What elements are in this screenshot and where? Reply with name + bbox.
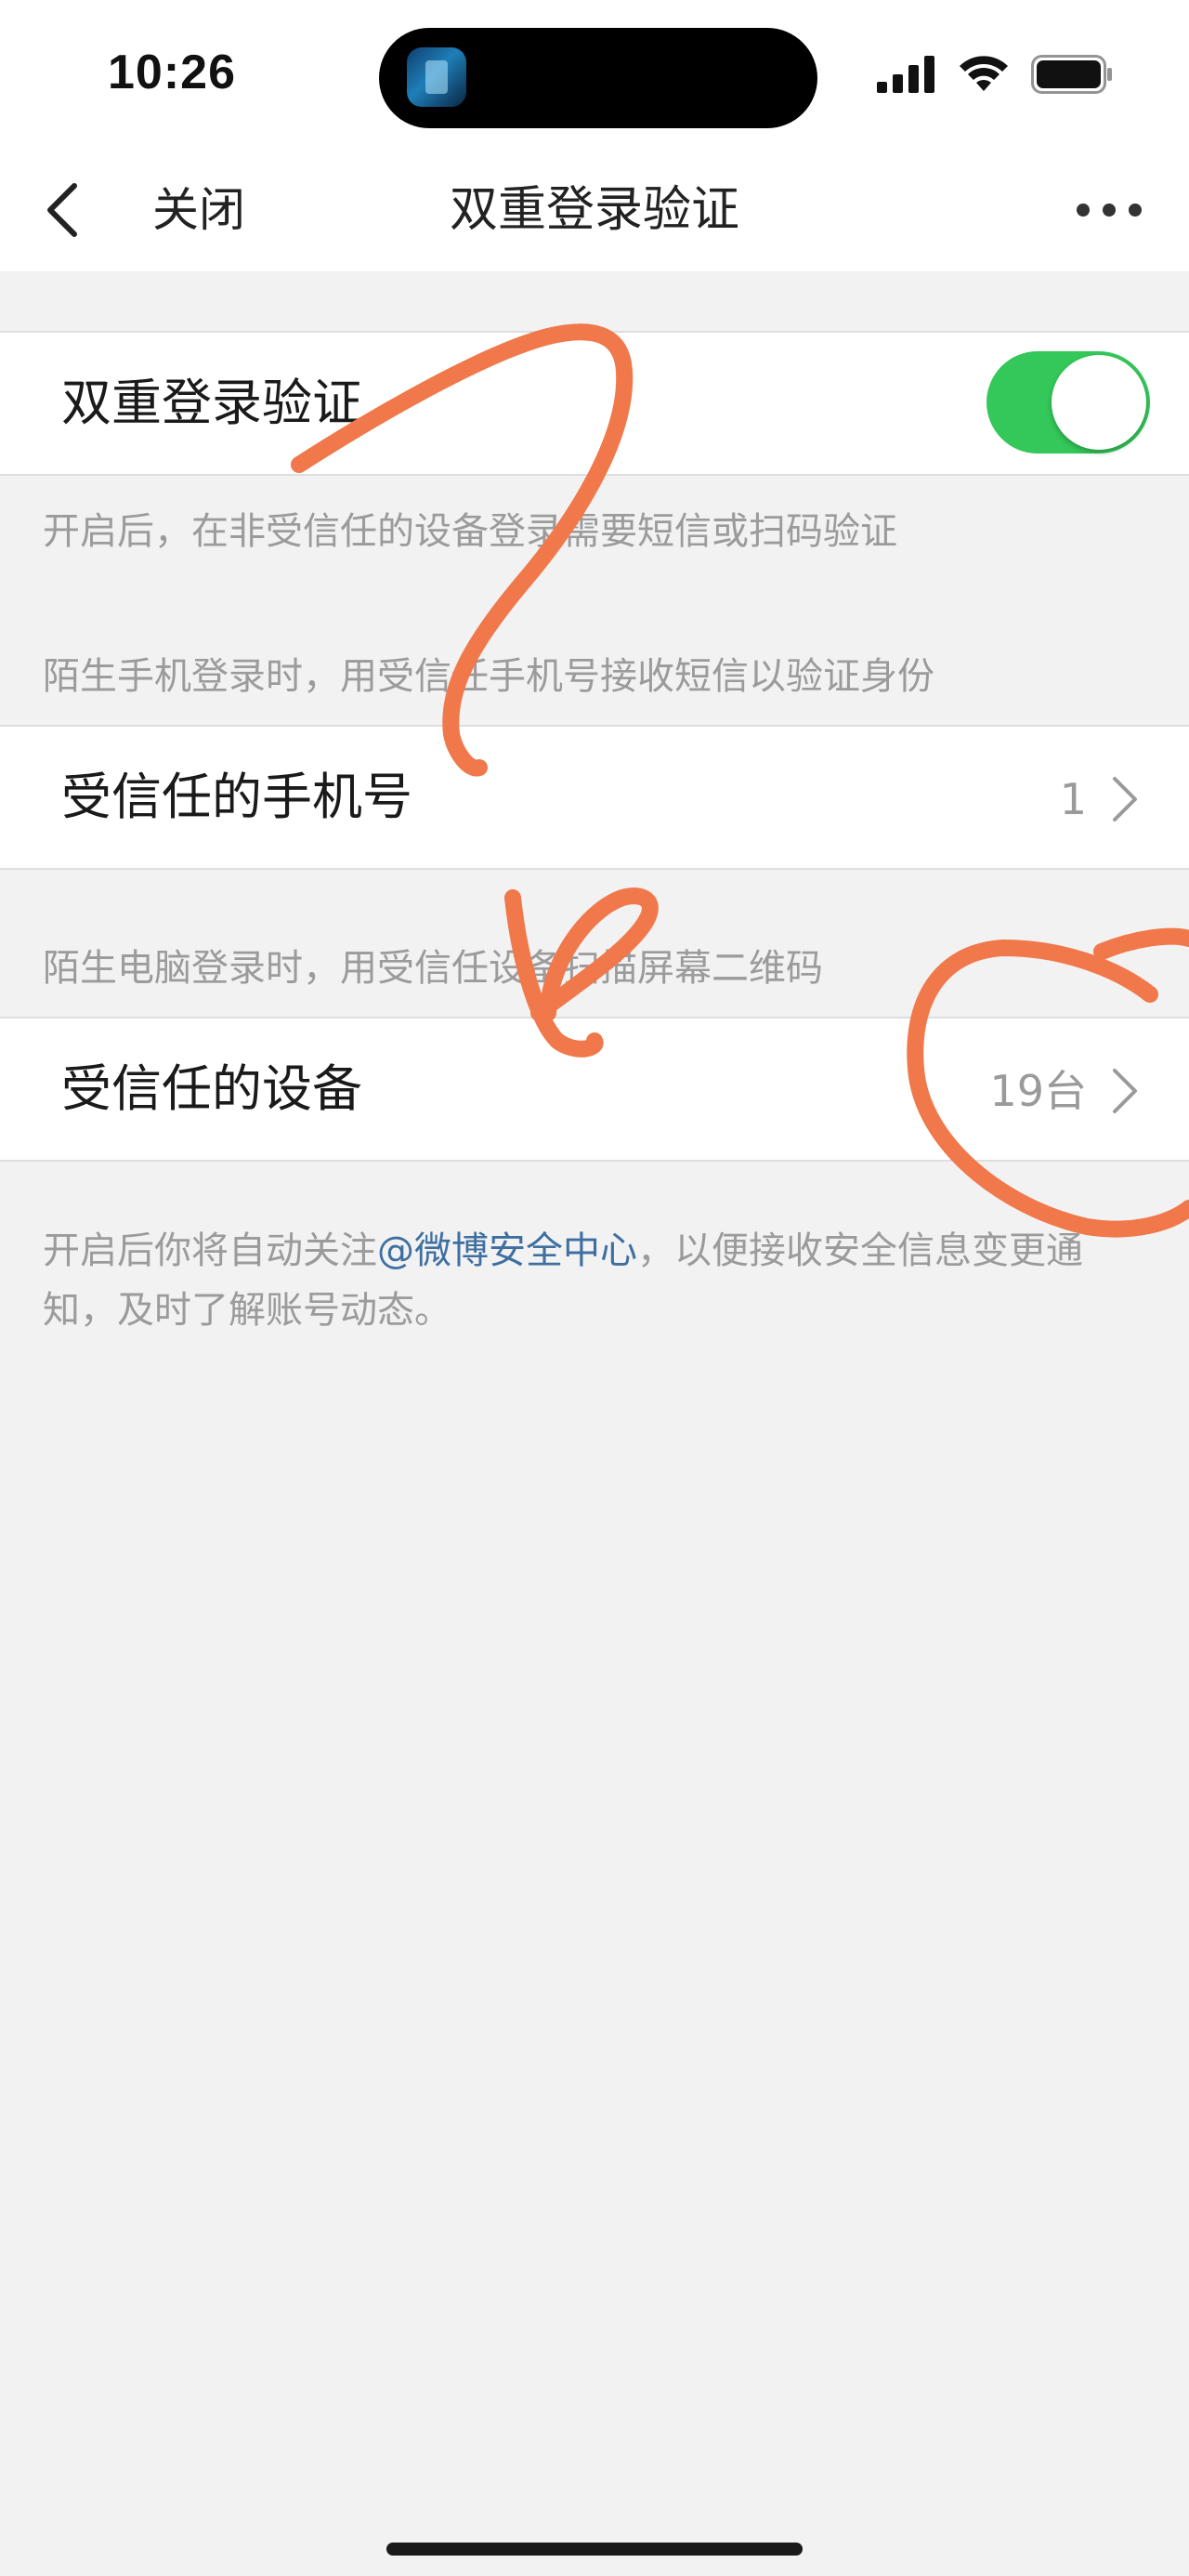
status-bar: 10:26 — [0, 0, 1189, 149]
more-horizontal-icon — [1077, 204, 1142, 217]
trusted-device-count: 19台 — [989, 1066, 1087, 1116]
security-center-link[interactable]: @微博安全中心 — [377, 1229, 637, 1272]
trusted-phone-hint: 陌生手机登录时，用受信任手机号接收短信以验证身份 — [43, 655, 934, 698]
trusted-phone-label: 受信任的手机号 — [61, 768, 412, 826]
two-factor-toggle[interactable] — [986, 351, 1150, 453]
live-activity-app-icon[interactable] — [407, 47, 466, 107]
nav-bar: 关闭 双重登录验证 — [0, 149, 1189, 271]
screen: 10:26 关闭 双重登录验证 双重登录验证 开启后，在非受信任的设备登录需要短… — [0, 0, 1189, 2576]
wifi-icon — [960, 56, 1008, 91]
battery-icon — [1031, 55, 1112, 94]
two-factor-cell: 双重登录验证 — [0, 331, 1189, 476]
toggle-knob — [1052, 355, 1146, 450]
status-icons — [877, 50, 1115, 99]
trusted-device-hint: 陌生电脑登录时，用受信任设备扫描屏幕二维码 — [43, 947, 823, 990]
page-title: 双重登录验证 — [449, 182, 739, 238]
trusted-phone-count: 1 — [1059, 774, 1087, 824]
footer-note: 开启后你将自动关注@微博安全中心，以便接收安全信息变更通知，及时了解账号动态。 — [43, 1221, 1148, 1340]
chevron-right-icon — [1113, 1069, 1137, 1113]
dynamic-island[interactable] — [379, 28, 817, 128]
status-time: 10:26 — [108, 46, 236, 99]
trusted-phone-cell[interactable]: 受信任的手机号 1 — [0, 725, 1189, 870]
trusted-device-cell[interactable]: 受信任的设备 19台 — [0, 1017, 1189, 1162]
cellular-signal-icon — [877, 56, 934, 93]
chevron-right-icon — [1113, 777, 1137, 821]
home-indicator[interactable] — [386, 2543, 803, 2556]
two-factor-label: 双重登录验证 — [61, 374, 362, 432]
footer-note-before: 开启后你将自动关注 — [43, 1229, 377, 1272]
more-button[interactable] — [1068, 186, 1150, 234]
trusted-device-label: 受信任的设备 — [61, 1059, 362, 1118]
two-factor-hint: 开启后，在非受信任的设备登录需要短信或扫码验证 — [43, 510, 897, 553]
